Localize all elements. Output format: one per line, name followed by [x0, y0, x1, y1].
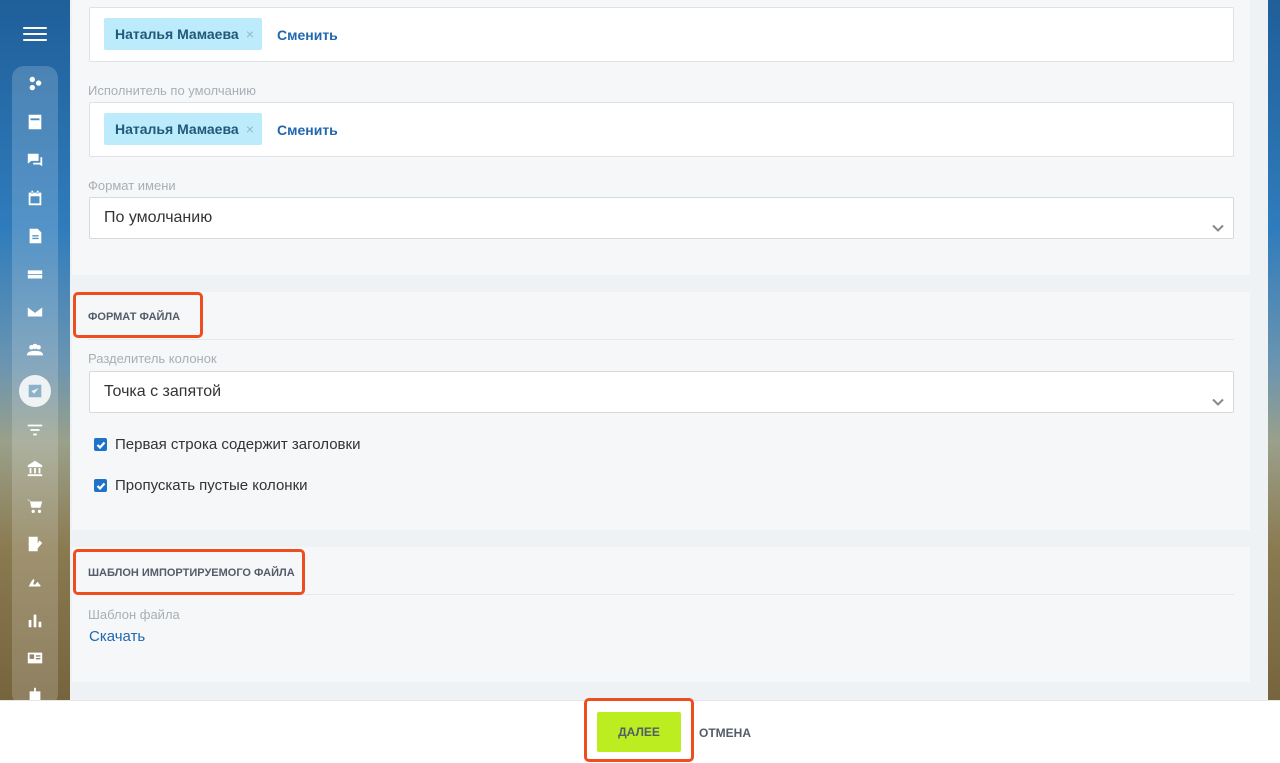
column-separator-select[interactable]: Точка с запятой — [89, 371, 1234, 413]
divider — [88, 339, 1234, 340]
sign-icon[interactable] — [24, 571, 46, 593]
name-format-select[interactable]: По умолчанию — [89, 197, 1234, 239]
checkbox-checked-icon[interactable] — [94, 479, 107, 492]
funnel-icon[interactable] — [24, 419, 46, 441]
highlight-next-button — [584, 698, 694, 762]
checkbox-checked-icon[interactable] — [94, 438, 107, 451]
user-name: Наталья Мамаева — [115, 121, 239, 137]
contacts-icon[interactable] — [24, 647, 46, 669]
users-settings-card: Наталья Мамаева × Сменить Исполнитель по… — [72, 0, 1250, 275]
cancel-button[interactable]: ОТМЕНА — [699, 726, 751, 740]
import-settings-panel: Наталья Мамаева × Сменить Исполнитель по… — [70, 0, 1268, 700]
calendar-icon[interactable] — [24, 187, 46, 209]
company-icon[interactable] — [24, 457, 46, 479]
shop-icon[interactable] — [24, 495, 46, 517]
forms-icon[interactable] — [24, 533, 46, 555]
drive-icon[interactable] — [24, 263, 46, 285]
file-format-card: ФОРМАТ ФАЙЛА Разделитель колонок Точка с… — [72, 292, 1250, 530]
user-chip: Наталья Мамаева × — [104, 113, 262, 145]
chat-icon[interactable] — [24, 149, 46, 171]
crm-icon[interactable] — [19, 375, 51, 407]
remove-user-icon[interactable]: × — [246, 26, 254, 42]
highlight-file-format — [73, 292, 203, 338]
default-executor-selector[interactable]: Наталья Мамаева × Сменить — [89, 102, 1234, 157]
user-name: Наталья Мамаева — [115, 26, 239, 42]
left-sidebar — [0, 0, 70, 763]
documents-icon[interactable] — [24, 225, 46, 247]
reports-icon[interactable] — [24, 609, 46, 631]
skip-empty-columns-checkbox[interactable]: Пропускать пустые колонки — [94, 477, 308, 494]
header-row-checkbox[interactable]: Первая строка содержит заголовки — [94, 436, 360, 453]
change-responsible-link[interactable]: Сменить — [277, 27, 338, 43]
chevron-down-icon — [1211, 211, 1225, 232]
tasks-icon[interactable] — [24, 111, 46, 133]
activity-stream-icon[interactable] — [24, 73, 46, 95]
user-chip: Наталья Мамаева × — [104, 18, 262, 50]
separator-label: Разделитель колонок — [88, 351, 217, 366]
mail-icon[interactable] — [24, 301, 46, 323]
template-file-label: Шаблон файла — [88, 607, 180, 622]
responsible-selector[interactable]: Наталья Мамаева × Сменить — [89, 7, 1234, 62]
default-executor-label: Исполнитель по умолчанию — [88, 83, 257, 98]
name-format-value: По умолчанию — [104, 209, 213, 226]
chevron-down-icon — [1211, 385, 1225, 406]
checkbox-label: Пропускать пустые колонки — [115, 477, 308, 494]
change-executor-link[interactable]: Сменить — [277, 122, 338, 138]
separator-value: Точка с запятой — [104, 383, 222, 400]
remove-user-icon[interactable]: × — [246, 121, 254, 137]
download-template-link[interactable]: Скачать — [89, 628, 145, 645]
hamburger-icon[interactable] — [23, 22, 47, 46]
checkbox-label: Первая строка содержит заголовки — [115, 436, 361, 453]
groups-icon[interactable] — [24, 339, 46, 361]
highlight-template — [73, 549, 305, 595]
name-format-label: Формат имени — [88, 178, 176, 193]
